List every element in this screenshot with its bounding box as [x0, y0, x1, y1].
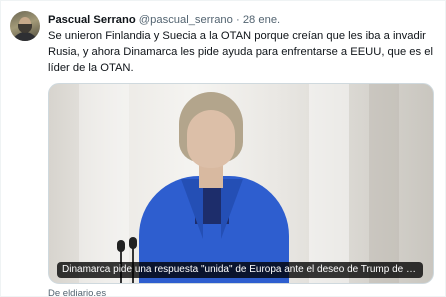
tweet-timestamp[interactable]: 28 ene. — [243, 14, 280, 26]
background-panel — [309, 84, 349, 283]
tweet-text: Se unieron Finlandia y Suecia a la OTAN … — [48, 30, 433, 74]
author-name[interactable]: Pascual Serrano — [48, 14, 136, 26]
microphone-icon — [129, 237, 137, 249]
link-card-source[interactable]: De eldiario.es — [48, 288, 106, 297]
jacket-lapel-left — [181, 179, 203, 239]
jacket-lapel-right — [221, 179, 243, 239]
link-card-image[interactable]: Dinamarca pide una respuesta "unida" de … — [48, 83, 434, 284]
tweet-article[interactable]: Pascual Serrano @pascual_serrano · 28 en… — [0, 0, 446, 297]
person-face — [187, 110, 235, 168]
background-panel — [369, 84, 399, 283]
avatar-beard — [18, 24, 32, 33]
avatar[interactable] — [10, 11, 40, 41]
microphone-icon — [117, 240, 125, 252]
header-separator: · — [235, 14, 240, 26]
author-handle[interactable]: @pascual_serrano — [139, 14, 233, 26]
tweet-header: Pascual Serrano @pascual_serrano · 28 en… — [48, 12, 437, 28]
avatar-shoulders — [12, 32, 38, 41]
link-card-title[interactable]: Dinamarca pide una respuesta "unida" de … — [57, 262, 423, 278]
